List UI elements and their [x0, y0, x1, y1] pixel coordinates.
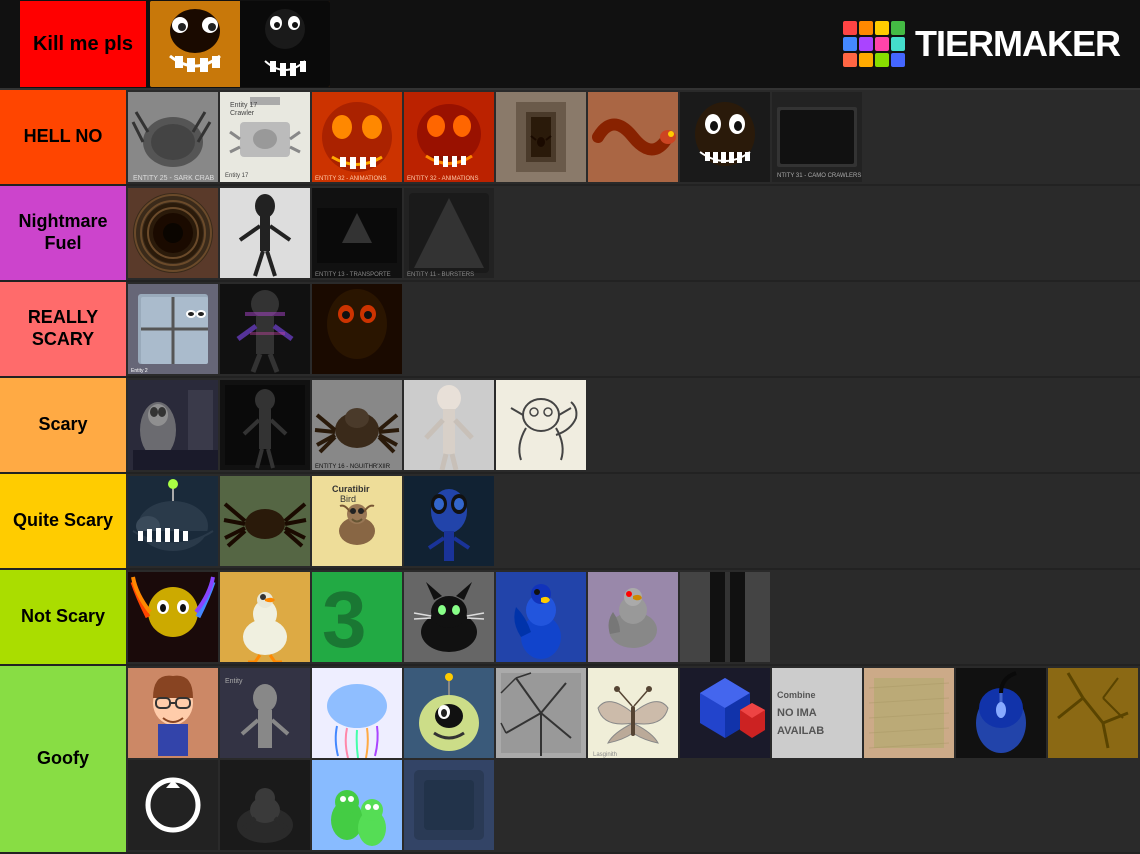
tier-card[interactable]	[956, 668, 1046, 758]
tier-card[interactable]	[680, 92, 770, 182]
tier-card[interactable]	[128, 476, 218, 566]
tier-card[interactable]	[588, 572, 678, 662]
tiermaker-logo-text: TiERMAKER	[915, 23, 1120, 65]
svg-text:ENTITY 11 - BURSTERS: ENTITY 11 - BURSTERS	[407, 272, 474, 278]
svg-text:Entity 17: Entity 17	[230, 102, 257, 109]
tier-label-notscary: Not Scary	[0, 570, 126, 664]
tier-card[interactable]: Entity 17 Crawler Entity 17	[220, 92, 310, 182]
tier-label-nightmare: Nightmare Fuel	[0, 186, 126, 280]
tier-card[interactable]	[312, 284, 402, 374]
tier-card[interactable]	[220, 188, 310, 278]
svg-text:Lasginith: Lasginith	[593, 752, 617, 758]
tier-label-goofy: Goofy	[0, 666, 126, 852]
tier-card[interactable]	[220, 476, 310, 566]
logo-grid	[843, 21, 905, 67]
tier-card[interactable]: ENTITY 13 - TRANSPORTE	[312, 188, 402, 278]
tier-card[interactable]	[128, 380, 218, 470]
svg-text:ENTITY 13 - TRANSPORTE: ENTITY 13 - TRANSPORTE	[315, 272, 391, 278]
tier-card[interactable]	[496, 380, 586, 470]
tiermaker-logo: TiERMAKER	[843, 21, 1120, 67]
tier-row-hellno: HELL NO ENTITY 25 - SARK CRAB	[0, 90, 1140, 186]
kill-card-1[interactable]	[150, 1, 330, 87]
tier-card[interactable]: Entity	[220, 668, 310, 758]
tier-label-hellno: HELL NO	[0, 90, 126, 184]
svg-text:ENTITY 32 - ANIMATIONS: ENTITY 32 - ANIMATIONS	[407, 176, 478, 182]
svg-text:AVAILAB: AVAILAB	[777, 725, 824, 737]
tier-card[interactable]	[496, 572, 586, 662]
tier-row-reallyscary: REALLY SCARY Entity 2	[0, 282, 1140, 378]
svg-text:Entity 2: Entity 2	[131, 368, 148, 374]
tier-content-scary: ENTITY 16 - NGUITHR'XIIR	[126, 378, 1140, 472]
tier-card[interactable]	[404, 572, 494, 662]
svg-text:Entity 17: Entity 17	[225, 173, 249, 179]
tier-card[interactable]: ENTITY 11 - BURSTERS	[404, 188, 494, 278]
tier-label-quitescary: Quite Scary	[0, 474, 126, 568]
tier-card[interactable]	[496, 668, 586, 758]
tier-content-reallyscary: Entity 2	[126, 282, 1140, 376]
tier-card[interactable]	[680, 668, 770, 758]
svg-text:ENTITY 25 - SARK CRAB: ENTITY 25 - SARK CRAB	[133, 175, 215, 182]
tier-card[interactable]	[404, 760, 494, 850]
kill-label: Kill me pls	[20, 1, 146, 87]
tier-card[interactable]: NTITY 31 - CAMO CRAWLERS	[772, 92, 862, 182]
tier-card[interactable]: 3	[312, 572, 402, 662]
tier-card[interactable]	[312, 668, 402, 758]
svg-text:Curatibir: Curatibir	[332, 484, 370, 494]
tier-card[interactable]	[220, 380, 310, 470]
tier-card[interactable]: ENTITY 32 - ANIMATIONS	[404, 92, 494, 182]
svg-text:ENTITY 32 - ANIMATIONS: ENTITY 32 - ANIMATIONS	[315, 176, 386, 182]
tier-card[interactable]	[220, 760, 310, 850]
tier-card[interactable]	[1048, 668, 1138, 758]
svg-text:Crawler: Crawler	[230, 110, 255, 117]
tier-card[interactable]: ENTITY 32 - ANIMATIONS	[312, 92, 402, 182]
tier-row-goofy: Goofy	[0, 666, 1140, 854]
tier-card[interactable]	[404, 476, 494, 566]
svg-text:NTITY 31 - CAMO CRAWLERS: NTITY 31 - CAMO CRAWLERS	[777, 173, 861, 179]
tier-card[interactable]	[220, 572, 310, 662]
tier-card[interactable]: ENTITY 16 - NGUITHR'XIIR	[312, 380, 402, 470]
tier-card[interactable]: Entity 2	[128, 284, 218, 374]
header-row: Kill me pls	[0, 0, 1140, 90]
tier-content-goofy: Entity	[126, 666, 1140, 852]
tier-card[interactable]	[128, 188, 218, 278]
tier-label-scary: Scary	[0, 378, 126, 472]
tier-card[interactable]	[496, 92, 586, 182]
tier-card[interactable]: ENTITY 25 - SARK CRAB	[128, 92, 218, 182]
tier-card[interactable]	[404, 668, 494, 758]
svg-text:Combine: Combine	[777, 690, 816, 700]
tier-row-notscary: Not Scary	[0, 570, 1140, 666]
svg-text:3: 3	[322, 575, 367, 662]
svg-text:NO IMA: NO IMA	[777, 707, 817, 719]
tier-card[interactable]	[680, 572, 770, 662]
tier-card[interactable]	[404, 380, 494, 470]
tier-content-notscary: 3	[126, 570, 1140, 664]
tier-card[interactable]	[128, 760, 218, 850]
tier-content-hellno: ENTITY 25 - SARK CRAB Entity 17 Crawler …	[126, 90, 1140, 184]
tier-row-scary: Scary	[0, 378, 1140, 474]
tier-list: Kill me pls	[0, 0, 1140, 854]
tier-row-nightmare: Nightmare Fuel	[0, 186, 1140, 282]
tier-card[interactable]	[128, 668, 218, 758]
svg-text:ENTITY 16 - NGUITHR'XIIR: ENTITY 16 - NGUITHR'XIIR	[315, 464, 391, 470]
svg-text:Entity: Entity	[225, 678, 243, 685]
tier-card[interactable]	[128, 572, 218, 662]
tier-row-quitescary: Quite Scary	[0, 474, 1140, 570]
tier-content-quitescary: Curatibir Bird	[126, 474, 1140, 568]
tier-card[interactable]	[588, 92, 678, 182]
tier-card[interactable]	[312, 760, 402, 850]
tier-card[interactable]: Curatibir Bird	[312, 476, 402, 566]
tier-card[interactable]	[864, 668, 954, 758]
tier-card[interactable]: Combine NO IMA AVAILAB	[772, 668, 862, 758]
tier-content-nightmare: ENTITY 13 - TRANSPORTE ENTITY 11 - BURST…	[126, 186, 1140, 280]
tier-label-reallyscary: REALLY SCARY	[0, 282, 126, 376]
tier-card[interactable]	[220, 284, 310, 374]
svg-text:Bird: Bird	[340, 494, 356, 504]
tier-card[interactable]: Lasginith	[588, 668, 678, 758]
